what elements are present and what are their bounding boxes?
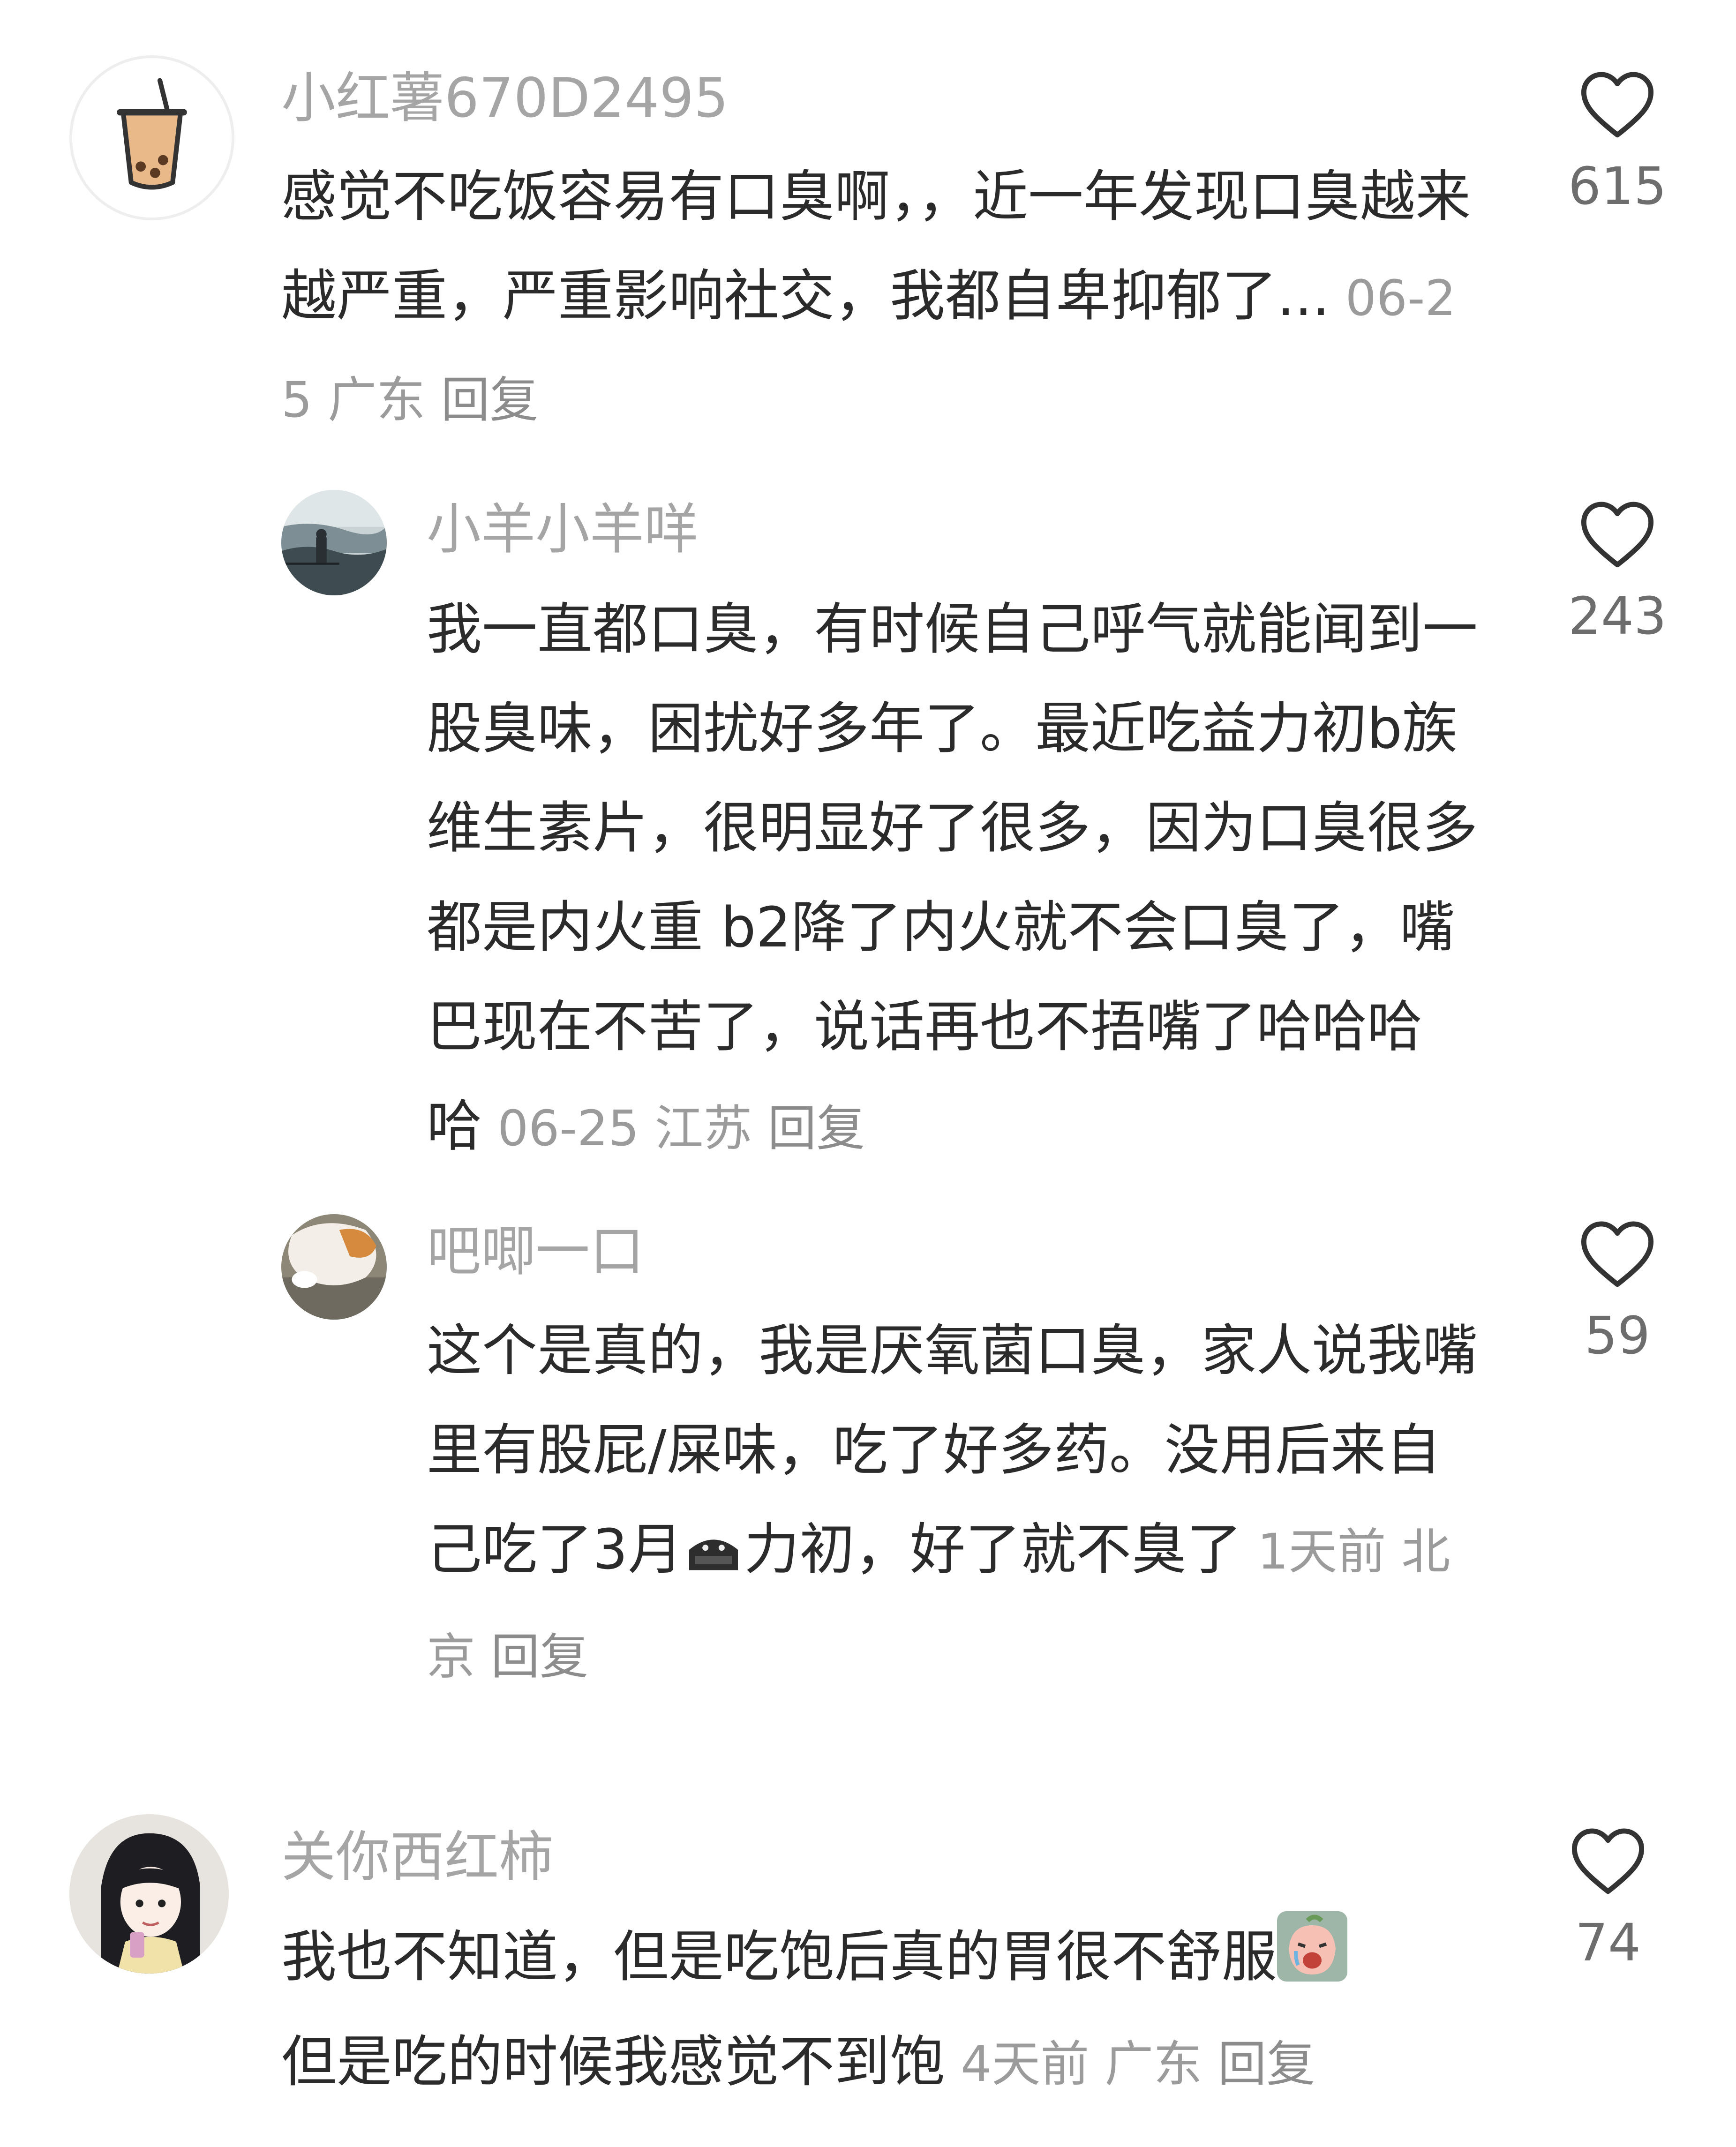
comment-content: 力初，好了就不臭了	[744, 1517, 1242, 1582]
comment-content: 但是吃的时候我感觉不到饱	[281, 2029, 946, 2094]
comment-text: 感觉不吃饭容易有口臭啊，，近一年发现口臭越来越严重，严重影响社交，我都自卑抑郁了…	[281, 147, 1481, 450]
anime-girl-icon	[69, 1814, 229, 1974]
comment-date: 1天前	[1257, 1523, 1386, 1580]
heart-icon	[1571, 1828, 1645, 1894]
comment-meta: 06-25 江苏 回复	[482, 1100, 865, 1157]
heart-icon	[1581, 72, 1654, 138]
comment-location: 广东	[1105, 2035, 1202, 2093]
avatar[interactable]	[69, 1814, 229, 1974]
reply-button[interactable]: 回复	[1217, 2035, 1315, 2093]
username[interactable]: 吧唧一口	[427, 1219, 644, 1284]
comment-date: 4天前	[961, 2035, 1090, 2093]
reply-button[interactable]: 回复	[491, 1628, 588, 1685]
comment-text: 这个是真的，我是厌氧菌口臭，家人说我嘴里有股屁/屎味，吃了好多药。没用后来自己吃…	[427, 1301, 1491, 1706]
heart-icon	[1581, 502, 1654, 568]
reply-button[interactable]: 回复	[767, 1100, 865, 1157]
seaside-photo-icon	[281, 490, 387, 595]
like-count: 243	[1568, 586, 1667, 646]
comment-meta: 4天前 广东 回复	[945, 2035, 1315, 2093]
comment-location: 江苏	[654, 1100, 752, 1157]
crying-peach-emoji-icon	[1277, 1911, 1348, 2012]
comment-line: 我也不知道，但是吃饱后真的胃很不舒服	[281, 1907, 1486, 2012]
like-button[interactable]: 615	[1561, 69, 1674, 217]
like-count: 615	[1568, 156, 1667, 216]
username[interactable]: 关你西红柿	[281, 1824, 553, 1890]
like-button[interactable]: 243	[1561, 499, 1674, 646]
avatar[interactable]	[281, 1214, 387, 1320]
comment-text: 我一直都口臭，有时候自己呼气就能闻到一股臭味，困扰好多年了。最近吃益力初b族维生…	[427, 579, 1491, 1178]
username[interactable]: 小红薯670D2495	[281, 66, 729, 131]
cat-photo-icon	[281, 1214, 387, 1320]
like-count: 74	[1575, 1913, 1641, 1973]
like-button[interactable]: 59	[1561, 1219, 1674, 1366]
avatar[interactable]	[281, 490, 387, 595]
masked-character-icon	[683, 1505, 744, 1605]
bubble-tea-icon	[72, 58, 232, 218]
comment-text: 我也不知道，但是吃饱后真的胃很不舒服 但是吃的时候我感觉不到饱 4天前 广东 回…	[281, 1907, 1486, 2114]
reply-button[interactable]: 回复	[441, 371, 538, 428]
comment-date: 06-25	[497, 1100, 639, 1157]
comment-content: 我一直都口臭，有时候自己呼气就能闻到一股臭味，困扰好多年了。最近吃益力初b族维生…	[427, 597, 1478, 1158]
like-button[interactable]: 74	[1552, 1826, 1664, 1973]
comment-content: 感觉不吃饭容易有口臭啊，，近一年发现口臭越来越严重，严重影响社交，我都自卑抑郁了…	[281, 164, 1471, 328]
avatar[interactable]	[69, 55, 234, 220]
username[interactable]: 小羊小羊咩	[427, 497, 699, 563]
comment-location: 广东	[328, 371, 426, 428]
comment-line: 但是吃的时候我感觉不到饱 4天前 广东 回复	[281, 2012, 1486, 2114]
like-count: 59	[1585, 1306, 1650, 1366]
heart-icon	[1581, 1221, 1654, 1287]
comment-content: 我也不知道，但是吃饱后真的胃很不舒服	[281, 1924, 1278, 1989]
